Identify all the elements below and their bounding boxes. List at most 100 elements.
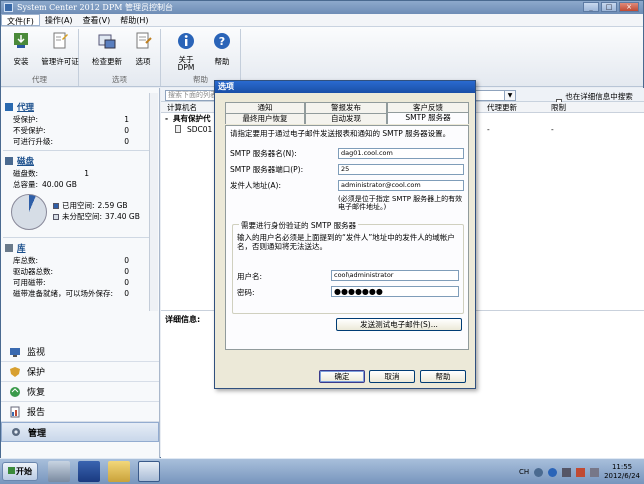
- navigation-pane: 代理 受保护: 1 不受保护: 0 可进行升级: 0 磁盘 磁盘数: 1 总容量: 40.…: [1, 88, 160, 458]
- nav-scrollbar[interactable]: [149, 93, 158, 311]
- auth-group-caption: 需要进行身份验证的 SMTP 服务器: [239, 220, 359, 231]
- ribbon-group-help: 关于 DPM ? 帮助 帮助: [161, 29, 241, 86]
- from-address-label: 发件人地址(A):: [230, 181, 282, 190]
- volume-icon[interactable]: [590, 467, 600, 477]
- server-icon: [175, 125, 181, 133]
- monitor-icon: [10, 347, 20, 357]
- disk-icon: [5, 157, 13, 165]
- update-icon: [98, 34, 116, 49]
- auth-group: 需要进行身份验证的 SMTP 服务器 输入的用户名必须是上面提到的“发件人”地址…: [232, 220, 464, 314]
- ribbon-group-agents: 安装 管理许可证 代理: [1, 29, 79, 86]
- server-name-input[interactable]: dag01.cool.com: [338, 148, 464, 159]
- wunderbar-reporting[interactable]: 报告: [1, 402, 159, 422]
- wunderbar-management[interactable]: 管理: [1, 422, 159, 442]
- menu-view[interactable]: 查看(V): [78, 14, 116, 26]
- recovery-icon: [10, 386, 20, 397]
- server-port-label: SMTP 服务器端口(P):: [230, 165, 304, 174]
- check-updates-button[interactable]: 检查更新: [89, 31, 125, 67]
- about-dpm-button[interactable]: 关于 DPM: [173, 31, 199, 72]
- help-tray-icon[interactable]: [548, 467, 558, 477]
- app-icon: [4, 3, 13, 12]
- tab-end-user-recovery[interactable]: 最终用户恢复: [225, 113, 305, 124]
- system-tray: CH 11:55 2012/6/24: [519, 461, 640, 483]
- keyboard-icon[interactable]: [534, 467, 544, 477]
- send-test-email-button[interactable]: 发送测试电子邮件(S)...: [336, 318, 462, 331]
- ok-button[interactable]: 确定: [319, 370, 365, 383]
- column-agent-update[interactable]: 代理更新: [487, 102, 517, 113]
- auth-description: 输入的用户名必须是上面提到的“发件人”地址中的发件人的域帐户名，否则通知将无法送…: [237, 233, 455, 251]
- shield-icon: [10, 366, 20, 377]
- start-button[interactable]: 开始: [2, 462, 38, 481]
- language-indicator[interactable]: CH: [519, 468, 529, 476]
- menu-file[interactable]: 文件(F): [1, 14, 40, 26]
- agent-icon: [5, 103, 13, 111]
- nav-stat-row: 库总数: 0: [13, 256, 129, 265]
- server-manager-icon[interactable]: [48, 461, 70, 482]
- manage-license-button[interactable]: 管理许可证: [41, 31, 79, 67]
- action-center-icon[interactable]: [576, 467, 586, 477]
- help-button[interactable]: ? 帮助: [209, 31, 235, 67]
- menu-help[interactable]: 帮助(H): [115, 14, 153, 26]
- install-button[interactable]: 安装: [9, 31, 33, 67]
- search-dropdown-button[interactable]: ▼: [504, 90, 516, 101]
- ribbon: 安装 管理许可证 代理 检查更新 选项 选项 关于 DPM ? 帮助 帮助: [1, 27, 643, 87]
- taskbar: 开始 CH 11:55 2012/6/24: [0, 458, 644, 484]
- report-icon: [10, 406, 20, 417]
- nav-stat-row: 磁盘数: 1: [13, 169, 89, 178]
- network-icon[interactable]: [562, 467, 572, 477]
- nav-stat-row: 受保护: 1: [13, 115, 129, 124]
- server-name-label: SMTP 服务器名(N):: [230, 149, 297, 158]
- options-dialog: 选项 通知 警报发布 客户反馈 最终用户恢复 自动发现 SMTP 服务器 请指定…: [214, 80, 476, 389]
- license-icon: [53, 32, 68, 49]
- wunderbar: 监视 保护 恢复 报告 管理: [1, 342, 159, 442]
- agents-section-title[interactable]: 代理: [1, 100, 159, 114]
- options-icon: [136, 32, 152, 49]
- powershell-icon[interactable]: [78, 461, 100, 482]
- tab-smtp-server[interactable]: SMTP 服务器: [387, 112, 469, 124]
- library-section-title[interactable]: 库: [1, 241, 159, 255]
- nav-stat-row: 磁带准备就绪，可以场外保存: 0: [13, 289, 129, 298]
- explorer-icon[interactable]: [108, 461, 130, 482]
- dpm-console-taskbar-icon[interactable]: [138, 461, 160, 482]
- wunderbar-recovery[interactable]: 恢复: [1, 382, 159, 402]
- help-dialog-button[interactable]: 帮助: [420, 370, 466, 383]
- password-label: 密码:: [237, 288, 255, 297]
- close-button[interactable]: ×: [619, 2, 639, 12]
- info-icon: [178, 33, 194, 49]
- username-input[interactable]: cool\administrator: [331, 270, 459, 281]
- menu-bar: 文件(F) 操作(A) 查看(V) 帮助(H): [1, 14, 643, 27]
- password-input[interactable]: ●●●●●●●: [331, 286, 459, 297]
- column-limit[interactable]: 限制: [551, 102, 566, 113]
- help-icon: ?: [214, 33, 230, 49]
- install-icon: [14, 33, 28, 48]
- tab-notification[interactable]: 通知: [225, 102, 305, 113]
- tab-auto-discovery[interactable]: 自动发现: [305, 113, 387, 124]
- server-port-input[interactable]: 25: [338, 164, 464, 175]
- wunderbar-monitoring[interactable]: 监视: [1, 342, 159, 362]
- smtp-tab-panel: 请指定要用于通过电子邮件发送报表和通知的 SMTP 服务器设置。 SMTP 服务…: [225, 125, 469, 350]
- nav-stat-row: 驱动器总数: 0: [13, 267, 129, 276]
- smtp-description: 请指定要用于通过电子邮件发送报表和通知的 SMTP 服务器设置。: [230, 129, 451, 138]
- cancel-button[interactable]: 取消: [369, 370, 415, 383]
- disk-usage-legend: 已用空间: 2.59 GB 未分配空间: 37.40 GB: [53, 200, 140, 222]
- minimize-button[interactable]: _: [583, 2, 599, 12]
- nav-stat-row: 总容量: 40.00 GB: [13, 180, 77, 189]
- library-icon: [5, 244, 13, 252]
- windows-logo-icon: [8, 467, 15, 474]
- from-address-input[interactable]: administrator@cool.com: [338, 180, 464, 191]
- nav-stat-row: 可进行升级: 0: [13, 137, 129, 146]
- ribbon-group-options: 检查更新 选项 选项: [79, 29, 161, 86]
- disks-section-title[interactable]: 磁盘: [1, 154, 159, 168]
- dialog-title: 选项: [215, 81, 475, 93]
- window-title: System Center 2012 DPM 管理员控制台: [17, 3, 173, 12]
- disk-usage-pie: [11, 194, 47, 230]
- column-computer-name[interactable]: 计算机名: [167, 102, 197, 113]
- from-address-hint: (必须是位于指定 SMTP 服务器上的有效电子邮件地址。): [338, 195, 463, 211]
- tab-alert-publishing[interactable]: 警报发布: [305, 102, 387, 113]
- clock[interactable]: 11:55 2012/6/24: [604, 463, 640, 481]
- maximize-button[interactable]: □: [601, 2, 617, 12]
- menu-action[interactable]: 操作(A): [40, 14, 78, 26]
- nav-stat-row: 不受保护: 0: [13, 126, 129, 135]
- options-button[interactable]: 选项: [131, 31, 155, 67]
- wunderbar-protection[interactable]: 保护: [1, 362, 159, 382]
